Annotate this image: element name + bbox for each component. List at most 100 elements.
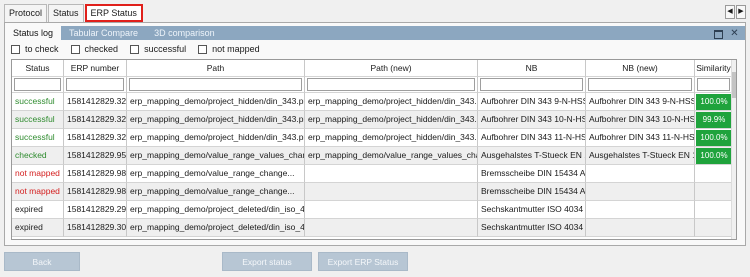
path-cell: erp_mapping_demo/project_deleted/din_iso…	[127, 201, 305, 219]
checkbox[interactable]	[11, 44, 20, 54]
path-cell: erp_mapping_demo/project_hidden/din_343.…	[127, 129, 305, 147]
table-row[interactable]: expired 1581412829.300 erp_mapping_demo/pr…	[12, 219, 733, 237]
status-cell: expired	[12, 201, 64, 219]
export-erp-status-button[interactable]: Export ERP Status	[318, 252, 408, 271]
table-row[interactable]: checked 1581412829.950 erp_mapping_demo/va…	[12, 147, 733, 165]
path-cell: erp_mapping_demo/value_range_values_chan…	[127, 147, 305, 165]
nb-cell: Bremsscheibe DIN 15434 AM...	[478, 165, 586, 183]
filter-cell	[127, 77, 305, 93]
column-header-status[interactable]: Status	[12, 60, 64, 77]
vertical-scrollbar[interactable]	[731, 60, 736, 239]
back-button[interactable]: Back	[4, 252, 80, 271]
path-cell: erp_mapping_demo/project_hidden/din_343.…	[127, 111, 305, 129]
filter-label: successful	[144, 44, 187, 54]
table-row[interactable]: not mapped 1581412829.988 erp_mapping_demo…	[12, 165, 733, 183]
status-cell: not mapped	[12, 165, 64, 183]
erp-number-cell: 1581412829.323	[64, 111, 127, 129]
table-row[interactable]: successful 1581412829.323 erp_mapping_demo…	[12, 111, 733, 129]
nb-new-cell	[586, 201, 695, 219]
nb-new-cell	[586, 165, 695, 183]
similarity-badge: 99.9%	[696, 112, 732, 128]
filter-to-check[interactable]: to check	[11, 44, 59, 54]
erp-number-cell: 1581412829.299	[64, 201, 127, 219]
erp-number-cell: 1581412829.988	[64, 165, 127, 183]
path-new-cell	[305, 165, 478, 183]
checkbox[interactable]	[70, 44, 80, 54]
scrollbar-thumb[interactable]	[732, 72, 736, 98]
nb-filter-input[interactable]	[480, 78, 583, 91]
path-new-cell	[305, 219, 478, 237]
tab-status[interactable]: Status	[48, 4, 84, 22]
filter-cell	[478, 77, 586, 93]
nb-cell: Aufbohrer DIN 343 9-N-HSS	[478, 93, 586, 111]
filter-not-mapped[interactable]: not mapped	[198, 44, 260, 54]
path-cell: erp_mapping_demo/value_range_change...	[127, 165, 305, 183]
export-status-button[interactable]: Export status	[222, 252, 312, 271]
restore-icon[interactable]	[713, 29, 723, 39]
path-cell: erp_mapping_demo/project_deleted/din_iso…	[127, 219, 305, 237]
similarity-cell	[695, 219, 733, 237]
table-row[interactable]: expired 1581412829.299 erp_mapping_demo/pr…	[12, 201, 733, 219]
close-icon[interactable]: ✕	[730, 28, 739, 38]
similarity-cell: 100.0%	[695, 93, 733, 111]
nb-cell: Sechskantmutter ISO 4034 M5	[478, 201, 586, 219]
path-cell: erp_mapping_demo/project_hidden/din_343.…	[127, 93, 305, 111]
column-filter-row	[12, 77, 733, 93]
path-cell: erp_mapping_demo/value_range_change...	[127, 183, 305, 201]
filter-cell	[305, 77, 478, 93]
path-new-cell	[305, 183, 478, 201]
nb-new-cell	[586, 183, 695, 201]
column-header-erp-number[interactable]: ERP number	[64, 60, 127, 77]
erp-number-cell: 1581412829.322	[64, 93, 127, 111]
path-new-cell: erp_mapping_demo/project_hidden/din_343.…	[305, 129, 478, 147]
panel-window-controls: ✕	[713, 26, 739, 40]
status-cell: successful	[12, 111, 64, 129]
similarity-cell	[695, 201, 733, 219]
similarity-badge: 100.0%	[696, 148, 732, 164]
similarity-filter-input[interactable]	[697, 78, 730, 91]
table-header-row: Status ERP number Path Path (new) NB NB …	[12, 60, 733, 77]
column-header-path-new[interactable]: Path (new)	[305, 60, 478, 77]
nb-new-cell: Ausgehalstes T-Stueck EN 10...	[586, 147, 695, 165]
column-header-nb[interactable]: NB	[478, 60, 586, 77]
similarity-cell	[695, 165, 733, 183]
column-header-path[interactable]: Path	[127, 60, 305, 77]
filter-successful[interactable]: successful	[130, 44, 186, 54]
table-row[interactable]: successful 1581412829.322 erp_mapping_demo…	[12, 93, 733, 111]
erp-filter-input[interactable]	[66, 78, 124, 91]
status-log-table: Status ERP number Path Path (new) NB NB …	[11, 59, 737, 240]
nb-new-cell: Aufbohrer DIN 343 9-N-HSS	[586, 93, 695, 111]
chevron-left-icon[interactable]: ◀	[725, 5, 735, 19]
status-cell: checked	[12, 147, 64, 165]
status-filter-input[interactable]	[14, 78, 61, 91]
filter-cell	[586, 77, 695, 93]
nb-new-cell: Aufbohrer DIN 343 11-N-HSS	[586, 129, 695, 147]
tab-erp-status[interactable]: ERP Status	[84, 4, 143, 22]
chevron-right-icon[interactable]: ▶	[736, 5, 746, 19]
tab-3d-comparison[interactable]: 3D comparison	[146, 26, 223, 40]
tab-status-log[interactable]: Status log	[5, 26, 62, 40]
path-new-filter-input[interactable]	[307, 78, 475, 91]
similarity-cell: 100.0%	[695, 147, 733, 165]
filter-checked[interactable]: checked	[70, 44, 118, 54]
column-header-nb-new[interactable]: NB (new)	[586, 60, 695, 77]
checkbox[interactable]	[198, 44, 208, 54]
path-filter-input[interactable]	[129, 78, 302, 91]
tab-protocol[interactable]: Protocol	[4, 4, 48, 22]
checkbox[interactable]	[130, 44, 140, 54]
nb-cell: Aufbohrer DIN 343 11-N-HSS	[478, 129, 586, 147]
filter-label: to check	[25, 44, 59, 54]
nb-new-filter-input[interactable]	[588, 78, 692, 91]
path-new-cell: erp_mapping_demo/project_hidden/din_343.…	[305, 111, 478, 129]
nb-cell: Sechskantmutter ISO 4034 M6	[478, 219, 586, 237]
filter-label: not mapped	[212, 44, 260, 54]
column-header-similarity[interactable]: Similarity	[695, 60, 733, 77]
table-row[interactable]: successful 1581412829.324 erp_mapping_demo…	[12, 129, 733, 147]
erp-status-panel: Status log Tabular Compare 3D comparison…	[4, 22, 746, 246]
status-cell: expired	[12, 219, 64, 237]
status-cell: not mapped	[12, 183, 64, 201]
path-new-cell	[305, 201, 478, 219]
table-row[interactable]: not mapped 1581412829.989 erp_mapping_demo…	[12, 183, 733, 201]
tab-tabular-compare[interactable]: Tabular Compare	[61, 26, 146, 40]
filter-cell	[12, 77, 64, 93]
